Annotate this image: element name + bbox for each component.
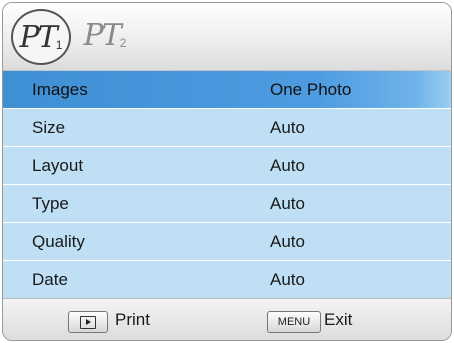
tab-print-settings-1[interactable]: PT 1 <box>11 9 71 65</box>
setting-value: Auto <box>270 118 305 137</box>
setting-row-quality[interactable]: Quality Auto <box>3 223 451 261</box>
tab-bar: PT 1 PT 2 <box>3 3 451 71</box>
setting-row-images[interactable]: Images One Photo <box>3 71 451 109</box>
button-guide-bar: Print MENU Exit <box>3 298 451 340</box>
playback-key[interactable] <box>68 311 108 333</box>
setting-value: Auto <box>270 194 305 213</box>
menu-key[interactable]: MENU <box>267 311 321 333</box>
tab-number: 2 <box>119 36 127 50</box>
print-hint: Print <box>115 310 150 329</box>
setting-value: Auto <box>270 156 305 175</box>
setting-label: Quality <box>32 232 85 251</box>
setting-label: Size <box>32 118 66 137</box>
setting-label: Images <box>32 80 88 99</box>
setting-row-type[interactable]: Type Auto <box>3 185 451 223</box>
setting-value: Auto <box>270 270 305 289</box>
setting-label: Type <box>32 194 69 213</box>
setting-row-date[interactable]: Date Auto <box>3 261 451 299</box>
playback-icon <box>80 315 96 329</box>
setting-label: Layout <box>32 156 84 175</box>
tab-print-settings-2[interactable]: PT 2 <box>77 9 133 61</box>
exit-hint: Exit <box>324 310 353 329</box>
tab-number: 1 <box>55 38 63 52</box>
setting-value: One Photo <box>270 80 352 99</box>
settings-list: Images One Photo Size Auto Layout Auto T… <box>3 71 451 299</box>
setting-row-layout[interactable]: Layout Auto <box>3 147 451 185</box>
setting-value: Auto <box>270 232 305 251</box>
print-tab-icon: PT <box>19 19 58 55</box>
print-settings-screen: PT 1 PT 2 Images One Photo Size Auto Lay… <box>2 2 452 341</box>
setting-label: Date <box>32 270 68 289</box>
setting-row-size[interactable]: Size Auto <box>3 109 451 147</box>
print-tab-icon: PT <box>83 17 122 53</box>
